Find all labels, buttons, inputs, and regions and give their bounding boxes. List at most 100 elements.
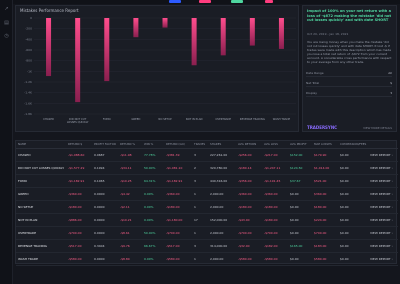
view-report-button[interactable]: VIEW REPORT: [370, 218, 391, 222]
column-header[interactable]: NAME: [16, 141, 66, 149]
filter-value: $: [390, 81, 392, 85]
table-cell: -$517.00: [66, 239, 92, 253]
table-row[interactable]: GREED -$360.00 0.0000 -$4.42 0.00% -$360.00 1 2…: [16, 187, 398, 201]
bar[interactable]: [278, 18, 284, 49]
topbar-chip[interactable]: [231, 0, 243, 3]
view-report-button[interactable]: VIEW REPORT: [370, 192, 391, 196]
bar[interactable]: [104, 18, 110, 82]
table-cell: $0.00: [338, 226, 368, 240]
table-cell: 3: [192, 174, 208, 188]
table-cell: -$700.00: [262, 226, 288, 240]
table-cell: $0.00: [288, 200, 312, 214]
view-report-cell: VIEW REPORT ›: [368, 213, 398, 227]
table-row[interactable]: NOT IN PLAN -$886.00 0.0000 -$10.21 0.00% -$1…: [16, 213, 398, 227]
column-header[interactable]: COMMISSION/FEES: [338, 141, 368, 149]
table-cell: -$1,088.60: [66, 148, 92, 162]
view-report-button[interactable]: VIEW REPORT: [370, 231, 391, 235]
chevron-right-icon: ›: [390, 204, 393, 209]
column-header[interactable]: TRADES: [192, 141, 208, 149]
table-cell: 0.0000: [92, 226, 118, 240]
view-report-button[interactable]: VIEW REPORT: [370, 179, 391, 183]
view-report-button[interactable]: VIEW REPORT: [370, 205, 391, 209]
table-body: CHASED -$1,088.60 0.0687 -$11.98 77.78% -$381…: [16, 148, 398, 266]
mistakes-bar-chart: 0 -200 -400 -600 -800 -1K -1.2K -1.4K -1.6K -1.8K…: [24, 16, 296, 124]
table-row[interactable]: OVERTRADE -$700.00 0.0000 -$8.61 50.00% -$700…: [16, 226, 398, 240]
x-tick-label: NOT IN PLAN: [186, 117, 203, 121]
brand-logo: TRADERSYNC: [307, 125, 338, 130]
table-cell: $0.00: [338, 148, 368, 162]
mistake-name-cell: OVERTRADE: [16, 226, 66, 240]
column-header[interactable]: AVG LOSS: [262, 141, 288, 149]
table-cell: 1: [192, 252, 208, 266]
table-cell: 2,000.00: [208, 252, 236, 266]
mistake-name-cell: NO SETUP: [16, 200, 66, 214]
topbar-chip[interactable]: [169, 0, 181, 3]
table-cell: -$1,182.91: [66, 174, 92, 188]
table-cell: -$217.00: [262, 148, 288, 162]
column-header[interactable]: PROFIT FACTOR: [92, 141, 118, 149]
bar[interactable]: [162, 18, 168, 28]
column-header[interactable]: SHARES: [208, 141, 236, 149]
table-cell: -$10.25: [118, 174, 142, 188]
view-report-button[interactable]: VIEW REPORT: [370, 244, 391, 248]
view-report-cell: VIEW REPORT ›: [368, 226, 398, 240]
table-cell: 0.00%: [142, 187, 164, 201]
view-report-cell: VIEW REPORT ›: [368, 200, 398, 214]
topbar-chip[interactable]: [199, 0, 211, 3]
table-cell: $0.00: [338, 174, 368, 188]
x-tick-label: NO SETUP: [158, 117, 172, 121]
table-cell: -$1,191.45: [262, 174, 288, 188]
table-cell: 2: [192, 161, 208, 175]
view-more-details-link[interactable]: VIEW MORE DETAILS: [363, 126, 392, 130]
view-report-button[interactable]: VIEW REPORT: [370, 153, 391, 157]
trend-icon[interactable]: ↗: [3, 7, 10, 12]
bar[interactable]: [75, 18, 81, 103]
bar[interactable]: [249, 18, 255, 46]
table-cell: 320,780.00: [208, 161, 236, 175]
x-tick-label: DID NOT CUT LOSSES QUICKLY: [67, 117, 89, 124]
table-row[interactable]: REVENGE TRADING -$517.00 0.3404 -$9.76 66.67…: [16, 239, 398, 253]
column-header[interactable]: AVG PROFIT: [288, 141, 312, 149]
table-cell: -$700.00: [66, 226, 92, 240]
filter-row[interactable]: Net Total $: [306, 79, 392, 87]
table-cell: 77.78%: [142, 148, 164, 162]
column-header[interactable]: AVG RETURN: [236, 141, 262, 149]
view-report-button[interactable]: VIEW REPORT: [370, 257, 391, 261]
table-row[interactable]: WASH TRADE -$580.00 0.0000 -$8.80 0.00% -$580…: [16, 252, 398, 266]
y-tick-label: -1.2K: [24, 80, 33, 84]
column-header[interactable]: WIN %: [142, 141, 164, 149]
table-cell: $165.00: [288, 239, 312, 253]
table-cell: 1: [192, 226, 208, 240]
table-row[interactable]: CHASED -$1,088.60 0.0687 -$11.98 77.78% -$381…: [16, 148, 398, 162]
column-header[interactable]: RETURN (GO): [164, 141, 192, 149]
column-header[interactable]: RETURN %: [118, 141, 142, 149]
filter-row[interactable]: Date Range All: [306, 69, 392, 77]
column-header[interactable]: MAE LOSSES: [312, 141, 338, 149]
table-cell: -$580.00: [164, 252, 192, 266]
table-cell: 2,000.00: [208, 226, 236, 240]
bar[interactable]: [191, 18, 197, 66]
bar[interactable]: [46, 18, 52, 77]
table-cell: 0.0000: [92, 200, 118, 214]
column-header[interactable]: RETURN $: [66, 141, 92, 149]
view-report-button[interactable]: VIEW REPORT: [370, 166, 391, 170]
table-row[interactable]: FOMO -$1,182.91 0.1065 -$10.25 64.31% -$1,182…: [16, 174, 398, 188]
clock-icon[interactable]: ◷: [3, 34, 10, 39]
filter-label: Net Total: [306, 81, 320, 85]
chart-icon[interactable]: ▤: [3, 21, 10, 26]
table-row[interactable]: NO SETUP -$180.00 0.0000 -$2.11 0.00% -$180.0…: [16, 200, 398, 214]
bar[interactable]: [220, 18, 226, 56]
bar[interactable]: [133, 18, 139, 38]
table-cell: $0.00: [338, 239, 368, 253]
table-row[interactable]: DID NOT CUT LOSSES QUICKLY -$1,577.29 0.19…: [16, 161, 398, 175]
view-report-cell: VIEW REPORT ›: [368, 174, 398, 188]
top-bar: [13, 0, 400, 4]
table-cell: $360.00: [312, 187, 338, 201]
table-cell: $0.00: [288, 187, 312, 201]
chevron-right-icon: ›: [390, 217, 393, 222]
mistake-name-cell: WASH TRADE: [16, 252, 66, 266]
topbar-chip[interactable]: [265, 0, 273, 3]
table-cell: -$9.76: [118, 239, 142, 253]
filter-row[interactable]: Display ▾: [306, 89, 392, 97]
table-cell: 0.0000: [92, 213, 118, 227]
